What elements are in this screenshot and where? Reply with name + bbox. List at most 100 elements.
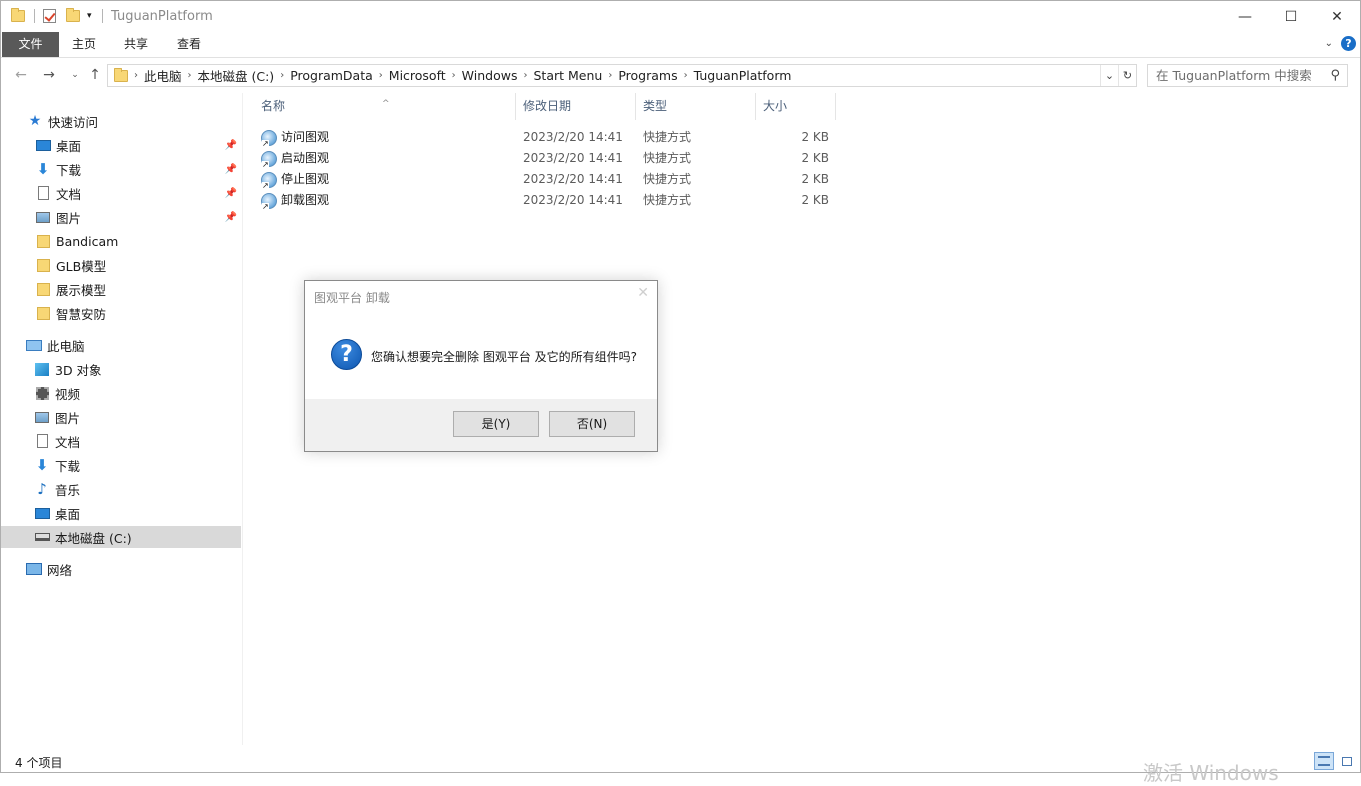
sidebar-item-videos[interactable]: 视频 (1, 382, 241, 404)
uninstall-confirm-dialog: 图观平台 卸载 ✕ ? 您确认想要完全删除 图观平台 及它的所有组件吗? 是(Y… (304, 280, 658, 452)
sidebar-item-bandicam[interactable]: Bandicam (1, 230, 241, 252)
crumb-this-pc[interactable]: 此电脑 (138, 66, 188, 85)
sidebar-item-pictures[interactable]: 图片 📌 (1, 206, 241, 228)
search-box[interactable]: ⚲ (1147, 64, 1348, 87)
tab-share[interactable]: 共享 (115, 32, 157, 57)
column-header-modified[interactable]: 修改日期 (516, 93, 636, 120)
close-button[interactable]: ✕ (1314, 1, 1360, 32)
maximize-button[interactable]: ☐ (1268, 1, 1314, 32)
column-header-type[interactable]: 类型 (636, 93, 756, 120)
sidebar-item-smart-security[interactable]: 智慧安防 (1, 302, 241, 324)
file-type: 快捷方式 (643, 193, 692, 207)
crumb-microsoft[interactable]: Microsoft (383, 68, 452, 83)
sidebar-network[interactable]: 网络 (1, 558, 241, 580)
tab-view[interactable]: 查看 (168, 32, 210, 57)
sidebar-item-label: 快速访问 (48, 114, 99, 130)
window-title: TuguanPlatform (111, 9, 213, 24)
sidebar-item-documents[interactable]: 文档 📌 (1, 182, 241, 204)
address-folder-icon (114, 67, 128, 82)
sidebar-item-glb-models[interactable]: GLB模型 (1, 254, 241, 276)
sidebar-item-local-disk[interactable]: 本地磁盘 (C:) (1, 526, 241, 548)
file-row[interactable]: 停止图观 2023/2/20 14:41 快捷方式 2 KB (244, 169, 844, 190)
search-input[interactable] (1156, 68, 1324, 83)
crumb-start-menu[interactable]: Start Menu (527, 68, 608, 83)
dialog-message: 您确认想要完全删除 图观平台 及它的所有组件吗? (371, 350, 637, 364)
up-arrow-icon[interactable]: ↑ (85, 66, 105, 84)
item-count: 4 个项目 (15, 756, 63, 770)
yes-button[interactable]: 是(Y) (453, 411, 539, 437)
crumb-local-disk[interactable]: 本地磁盘 (C:) (192, 66, 281, 85)
dialog-close-icon[interactable]: ✕ (637, 285, 649, 301)
file-row[interactable]: 启动图观 2023/2/20 14:41 快捷方式 2 KB (244, 148, 844, 169)
folder-icon (35, 281, 51, 297)
sidebar-item-3d-objects[interactable]: 3D 对象 (1, 358, 241, 380)
minimize-button[interactable]: — (1222, 1, 1268, 32)
picture-icon (35, 209, 51, 225)
address-bar[interactable]: › 此电脑 › 本地磁盘 (C:) › ProgramData › Micros… (107, 64, 1137, 87)
file-name-cell: 停止图观 (261, 169, 329, 190)
crumb-programdata[interactable]: ProgramData (284, 68, 379, 83)
sidebar-item-pc-downloads[interactable]: ⬇ 下载 (1, 454, 241, 476)
expand-ribbon-icon[interactable]: ⌄ (1325, 38, 1333, 49)
sidebar-item-label: Bandicam (56, 233, 119, 249)
sidebar-item-pc-documents[interactable]: 文档 (1, 430, 241, 452)
column-header-label: 名称 (261, 99, 286, 113)
shortcut-icon (261, 192, 277, 211)
tab-home[interactable]: 主页 (63, 32, 105, 57)
large-icons-view-icon[interactable] (1337, 752, 1357, 770)
document-icon (35, 185, 51, 201)
tab-file[interactable]: 文件 (2, 32, 59, 57)
file-name: 启动图观 (281, 151, 330, 165)
sidebar-item-desktop[interactable]: 桌面 📌 (1, 134, 241, 156)
sidebar-this-pc[interactable]: 此电脑 (1, 334, 241, 356)
crumb-windows[interactable]: Windows (456, 68, 524, 83)
forward-arrow-icon[interactable]: → (39, 66, 59, 84)
new-folder-icon[interactable] (66, 7, 80, 25)
pin-icon[interactable]: 📌 (225, 164, 237, 175)
crumb-programs[interactable]: Programs (612, 68, 683, 83)
cube-icon (34, 361, 50, 377)
properties-icon[interactable] (43, 7, 56, 25)
pin-icon[interactable]: 📌 (225, 140, 237, 151)
file-row[interactable]: 卸载图观 2023/2/20 14:41 快捷方式 2 KB (244, 190, 844, 211)
pin-icon[interactable]: 📌 (225, 188, 237, 199)
details-view-icon[interactable] (1314, 752, 1334, 770)
folder-icon (35, 305, 51, 321)
sidebar-quick-access[interactable]: ★ 快速访问 (1, 110, 241, 132)
file-modified: 2023/2/20 14:41 (523, 130, 623, 144)
column-header-size[interactable]: 大小 (756, 93, 836, 120)
file-name-cell: 启动图观 (261, 148, 329, 169)
file-name: 卸载图观 (281, 193, 330, 207)
crumb-tuguanplatform[interactable]: TuguanPlatform (688, 68, 798, 83)
file-size: 2 KB (801, 193, 829, 207)
file-name: 停止图观 (281, 172, 330, 186)
pin-icon[interactable]: 📌 (225, 212, 237, 223)
no-button[interactable]: 否(N) (549, 411, 635, 437)
film-icon (34, 385, 50, 401)
sidebar-item-downloads[interactable]: ⬇ 下载 📌 (1, 158, 241, 180)
file-modified: 2023/2/20 14:41 (523, 151, 623, 165)
sidebar-item-label: 展示模型 (56, 282, 107, 298)
file-type: 快捷方式 (643, 172, 692, 186)
drive-icon (34, 529, 50, 545)
help-icon[interactable]: ? (1341, 36, 1356, 51)
sidebar-item-pc-desktop[interactable]: 桌面 (1, 502, 241, 524)
file-name-cell: 访问图观 (261, 127, 329, 148)
music-note-icon: ♪ (37, 480, 47, 498)
address-actions: ⌄ ↻ (1100, 65, 1136, 86)
sidebar-item-display-models[interactable]: 展示模型 (1, 278, 241, 300)
file-modified: 2023/2/20 14:41 (523, 172, 623, 186)
sidebar-item-music[interactable]: ♪ 音乐 (1, 478, 241, 500)
file-size: 2 KB (801, 151, 829, 165)
ribbon-tabs: 文件 主页 共享 查看 ⌄ ? (1, 32, 1360, 58)
sidebar-item-pc-pictures[interactable]: 图片 (1, 406, 241, 428)
refresh-icon[interactable]: ↻ (1118, 65, 1136, 86)
column-header-name[interactable]: 名称 ^ (244, 93, 516, 120)
customize-quick-access-icon[interactable]: ▾ (87, 7, 92, 25)
search-icon[interactable]: ⚲ (1330, 68, 1340, 83)
file-name: 访问图观 (281, 130, 330, 144)
back-arrow-icon[interactable]: ← (11, 66, 31, 84)
file-row[interactable]: 访问图观 2023/2/20 14:41 快捷方式 2 KB (244, 127, 844, 148)
recent-locations-icon[interactable]: ⌄ (65, 66, 85, 84)
address-dropdown-icon[interactable]: ⌄ (1100, 65, 1118, 86)
